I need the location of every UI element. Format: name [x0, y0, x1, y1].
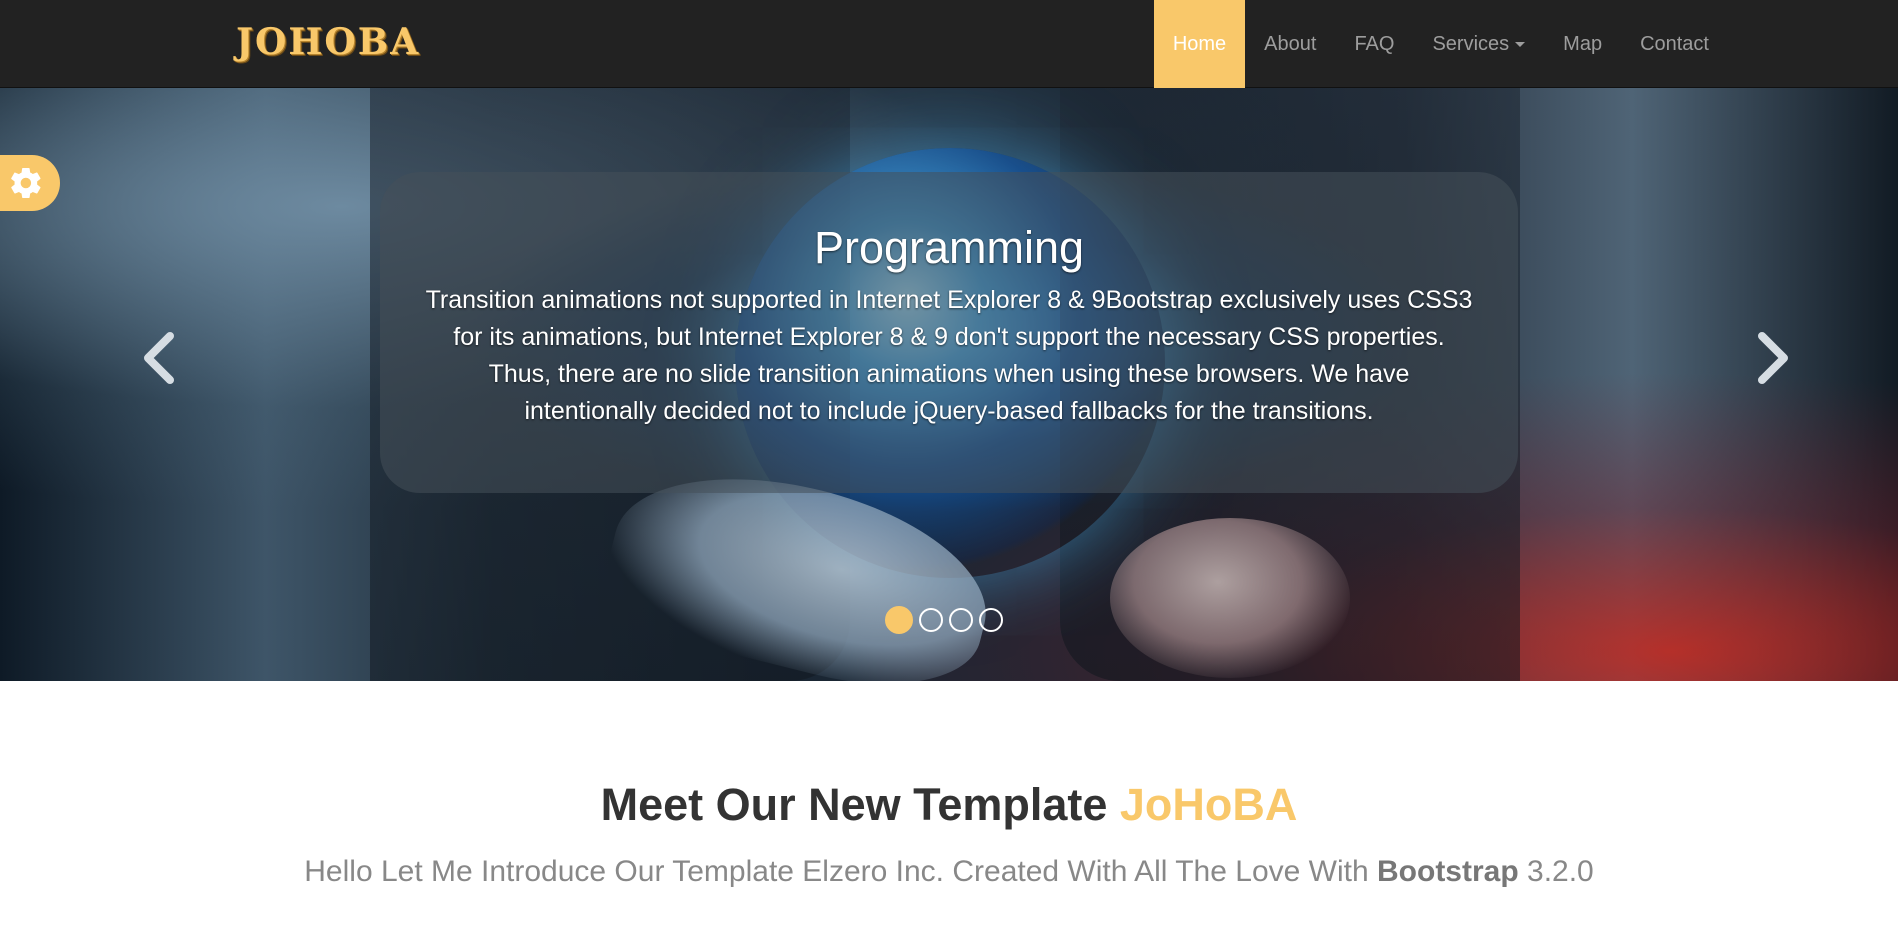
carousel-indicator[interactable]: [919, 608, 943, 632]
nav-item-map[interactable]: Map: [1544, 0, 1621, 88]
hero-carousel: Programming Transition animations not su…: [0, 88, 1898, 681]
carousel-indicator[interactable]: [949, 608, 973, 632]
nav-item-faq[interactable]: FAQ: [1335, 0, 1413, 88]
nav-item-services[interactable]: Services: [1413, 0, 1544, 88]
intro-heading: Meet Our New Template JoHoBA: [0, 778, 1898, 832]
carousel-caption: Programming Transition animations not su…: [380, 172, 1518, 493]
nav-item-label: Contact: [1640, 32, 1709, 55]
nav-item-home[interactable]: Home: [1153, 0, 1246, 88]
carousel-indicators: [885, 606, 1003, 634]
slide-text: Transition animations not supported in I…: [425, 286, 1473, 425]
gear-icon: [11, 167, 41, 199]
nav-item-contact[interactable]: Contact: [1621, 0, 1728, 88]
intro-subtitle-bold: Bootstrap: [1377, 855, 1519, 888]
hand-image: [1110, 518, 1350, 678]
carousel-indicator[interactable]: [885, 606, 913, 634]
nav-item-label: Services: [1432, 32, 1510, 55]
nav-item-label: FAQ: [1354, 32, 1395, 55]
chevron-right-icon: [1758, 332, 1788, 384]
chevron-left-icon: [144, 332, 174, 384]
intro-subtitle-text: Hello Let Me Introduce Our Template Elze…: [304, 855, 1377, 888]
carousel-indicator[interactable]: [979, 608, 1003, 632]
intro-section: Meet Our New Template JoHoBA Hello Let M…: [0, 681, 1898, 932]
caret-down-icon: [1515, 41, 1526, 47]
nav-item-label: Home: [1172, 32, 1227, 55]
navbar: JOHOBA Home About FAQ Services Map Conta…: [0, 0, 1898, 88]
intro-subtitle-version: 3.2.0: [1518, 855, 1594, 888]
intro-subtitle: Hello Let Me Introduce Our Template Elze…: [0, 854, 1898, 890]
brand-logo[interactable]: JOHOBA: [236, 20, 420, 64]
settings-toggle-button[interactable]: [0, 155, 60, 211]
carousel-prev-button[interactable]: [130, 318, 190, 398]
main-nav: Home About FAQ Services Map Contact: [1153, 0, 1728, 88]
intro-heading-accent: JoHoBA: [1119, 779, 1298, 830]
nav-item-label: About: [1264, 32, 1317, 55]
intro-heading-text: Meet Our New Template: [600, 779, 1120, 830]
carousel-next-button[interactable]: [1742, 318, 1802, 398]
nav-item-label: Map: [1563, 32, 1603, 55]
nav-item-about[interactable]: About: [1245, 0, 1335, 88]
slide-title: Programming: [813, 222, 1085, 273]
